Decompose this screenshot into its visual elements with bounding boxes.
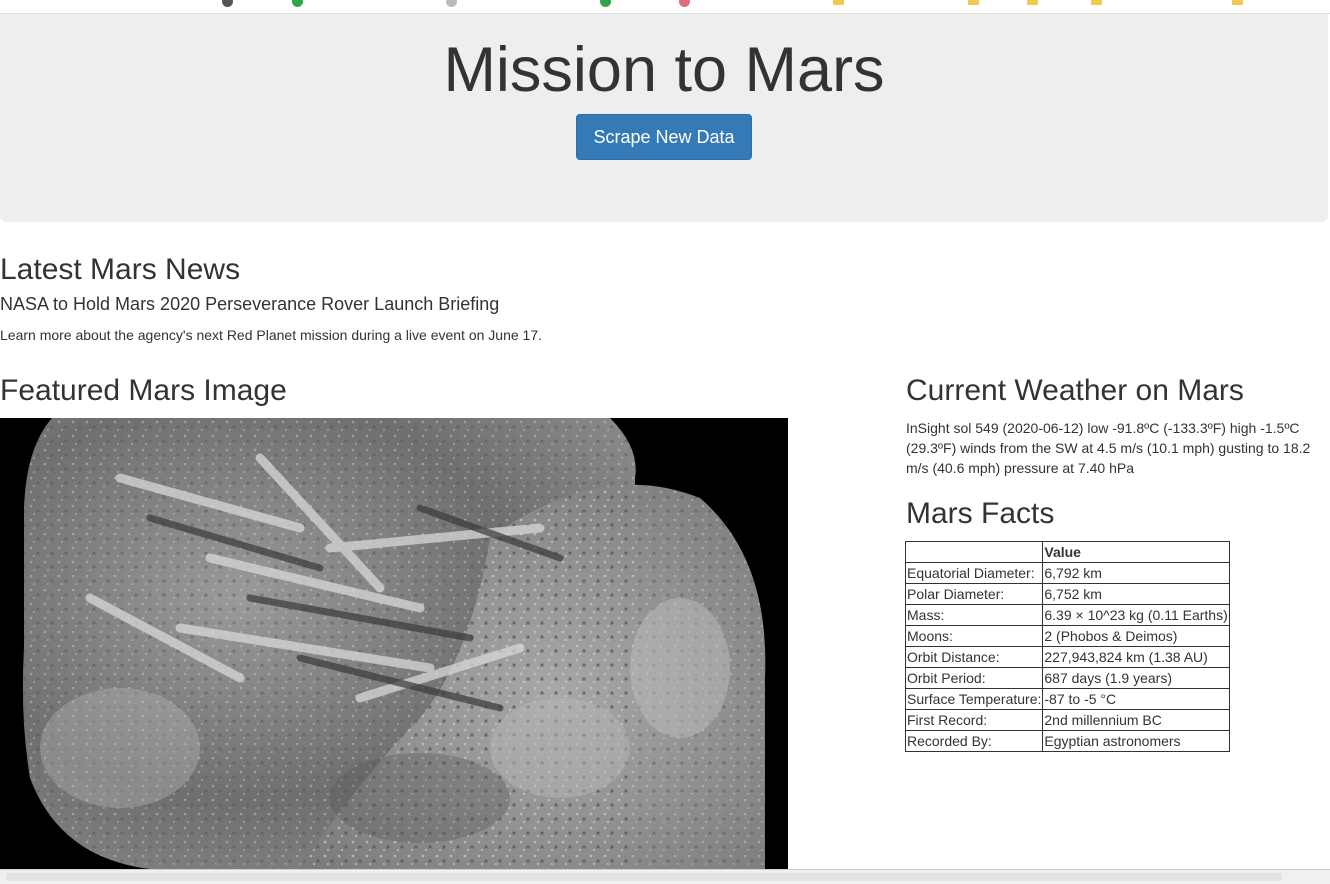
fact-value: 6.39 × 10^23 kg (0.11 Earths)	[1042, 604, 1230, 626]
news-paragraph: Learn more about the agency's next Red P…	[0, 327, 543, 343]
weather-heading: Current Weather on Mars	[906, 374, 1244, 407]
fact-value: 227,943,824 km (1.38 AU)	[1042, 646, 1230, 668]
table-row: Surface Temperature: -87 to -5 °C	[904, 688, 1230, 710]
bookmark-folder-icon[interactable]	[1091, 0, 1102, 5]
featured-mars-image	[0, 418, 788, 869]
scrollbar-thumb[interactable]	[6, 873, 1282, 881]
fact-value: 2nd millennium BC	[1042, 709, 1230, 731]
table-row: Orbit Distance: 227,943,824 km (1.38 AU)	[904, 646, 1230, 668]
fact-label: Orbit Distance:	[904, 646, 1044, 668]
fact-value: 687 days (1.9 years)	[1042, 667, 1230, 689]
fact-label: Recorded By:	[904, 730, 1044, 752]
fact-label: Moons:	[904, 625, 1044, 647]
fact-value: 6,792 km	[1042, 562, 1230, 584]
bookmark-folder-icon[interactable]	[1027, 0, 1038, 5]
fact-label: Polar Diameter:	[904, 583, 1044, 605]
news-title: NASA to Hold Mars 2020 Perseverance Rove…	[0, 294, 500, 314]
table-row: Moons: 2 (Phobos & Deimos)	[904, 625, 1230, 647]
mars-facts-table: Value Equatorial Diameter: 6,792 km Polar…	[904, 541, 1230, 752]
table-row: Mass: 6.39 × 10^23 kg (0.11 Earths)	[904, 604, 1230, 626]
column-header: Value	[1042, 541, 1230, 563]
bookmark-icon[interactable]	[446, 0, 457, 7]
scrape-button[interactable]: Scrape New Data	[576, 114, 752, 160]
fact-label: Orbit Period:	[904, 667, 1044, 689]
table-header-row: Value	[904, 541, 1230, 563]
bookmarks-bar	[0, 0, 1330, 14]
facts-heading: Mars Facts	[906, 497, 1055, 530]
page-title: Mission to Mars	[443, 35, 885, 105]
table-row: Equatorial Diameter: 6,792 km	[904, 562, 1230, 584]
fact-value: Egyptian astronomers	[1042, 730, 1230, 752]
bookmark-folder-icon[interactable]	[833, 0, 844, 5]
table-row: Recorded By: Egyptian astronomers	[904, 730, 1230, 752]
fact-label: Equatorial Diameter:	[904, 562, 1044, 584]
news-heading: Latest Mars News	[0, 253, 241, 286]
bookmark-icon[interactable]	[679, 0, 690, 7]
column-header	[904, 541, 1044, 563]
fact-label: Surface Temperature:	[904, 688, 1044, 710]
fact-label: Mass:	[904, 604, 1044, 626]
featured-image-heading: Featured Mars Image	[0, 374, 287, 407]
bookmark-folder-icon[interactable]	[968, 0, 979, 5]
bookmark-icon[interactable]	[600, 0, 611, 7]
bookmark-icon[interactable]	[222, 0, 233, 7]
fact-value: -87 to -5 °C	[1042, 688, 1230, 710]
table-row: Polar Diameter: 6,752 km	[904, 583, 1230, 605]
bookmark-folder-icon[interactable]	[1232, 0, 1243, 5]
mars-rock-image	[0, 418, 788, 869]
horizontal-scrollbar[interactable]	[0, 869, 1330, 884]
table-row: First Record: 2nd millennium BC	[904, 709, 1230, 731]
fact-label: First Record:	[904, 709, 1044, 731]
weather-text: InSight sol 549 (2020-06-12) low -91.8ºC…	[906, 420, 1311, 476]
jumbotron: Mission to Mars Scrape New Data	[0, 14, 1328, 222]
fact-value: 2 (Phobos & Deimos)	[1042, 625, 1230, 647]
table-row: Orbit Period: 687 days (1.9 years)	[904, 667, 1230, 689]
fact-value: 6,752 km	[1042, 583, 1230, 605]
bookmark-icon[interactable]	[292, 0, 303, 7]
